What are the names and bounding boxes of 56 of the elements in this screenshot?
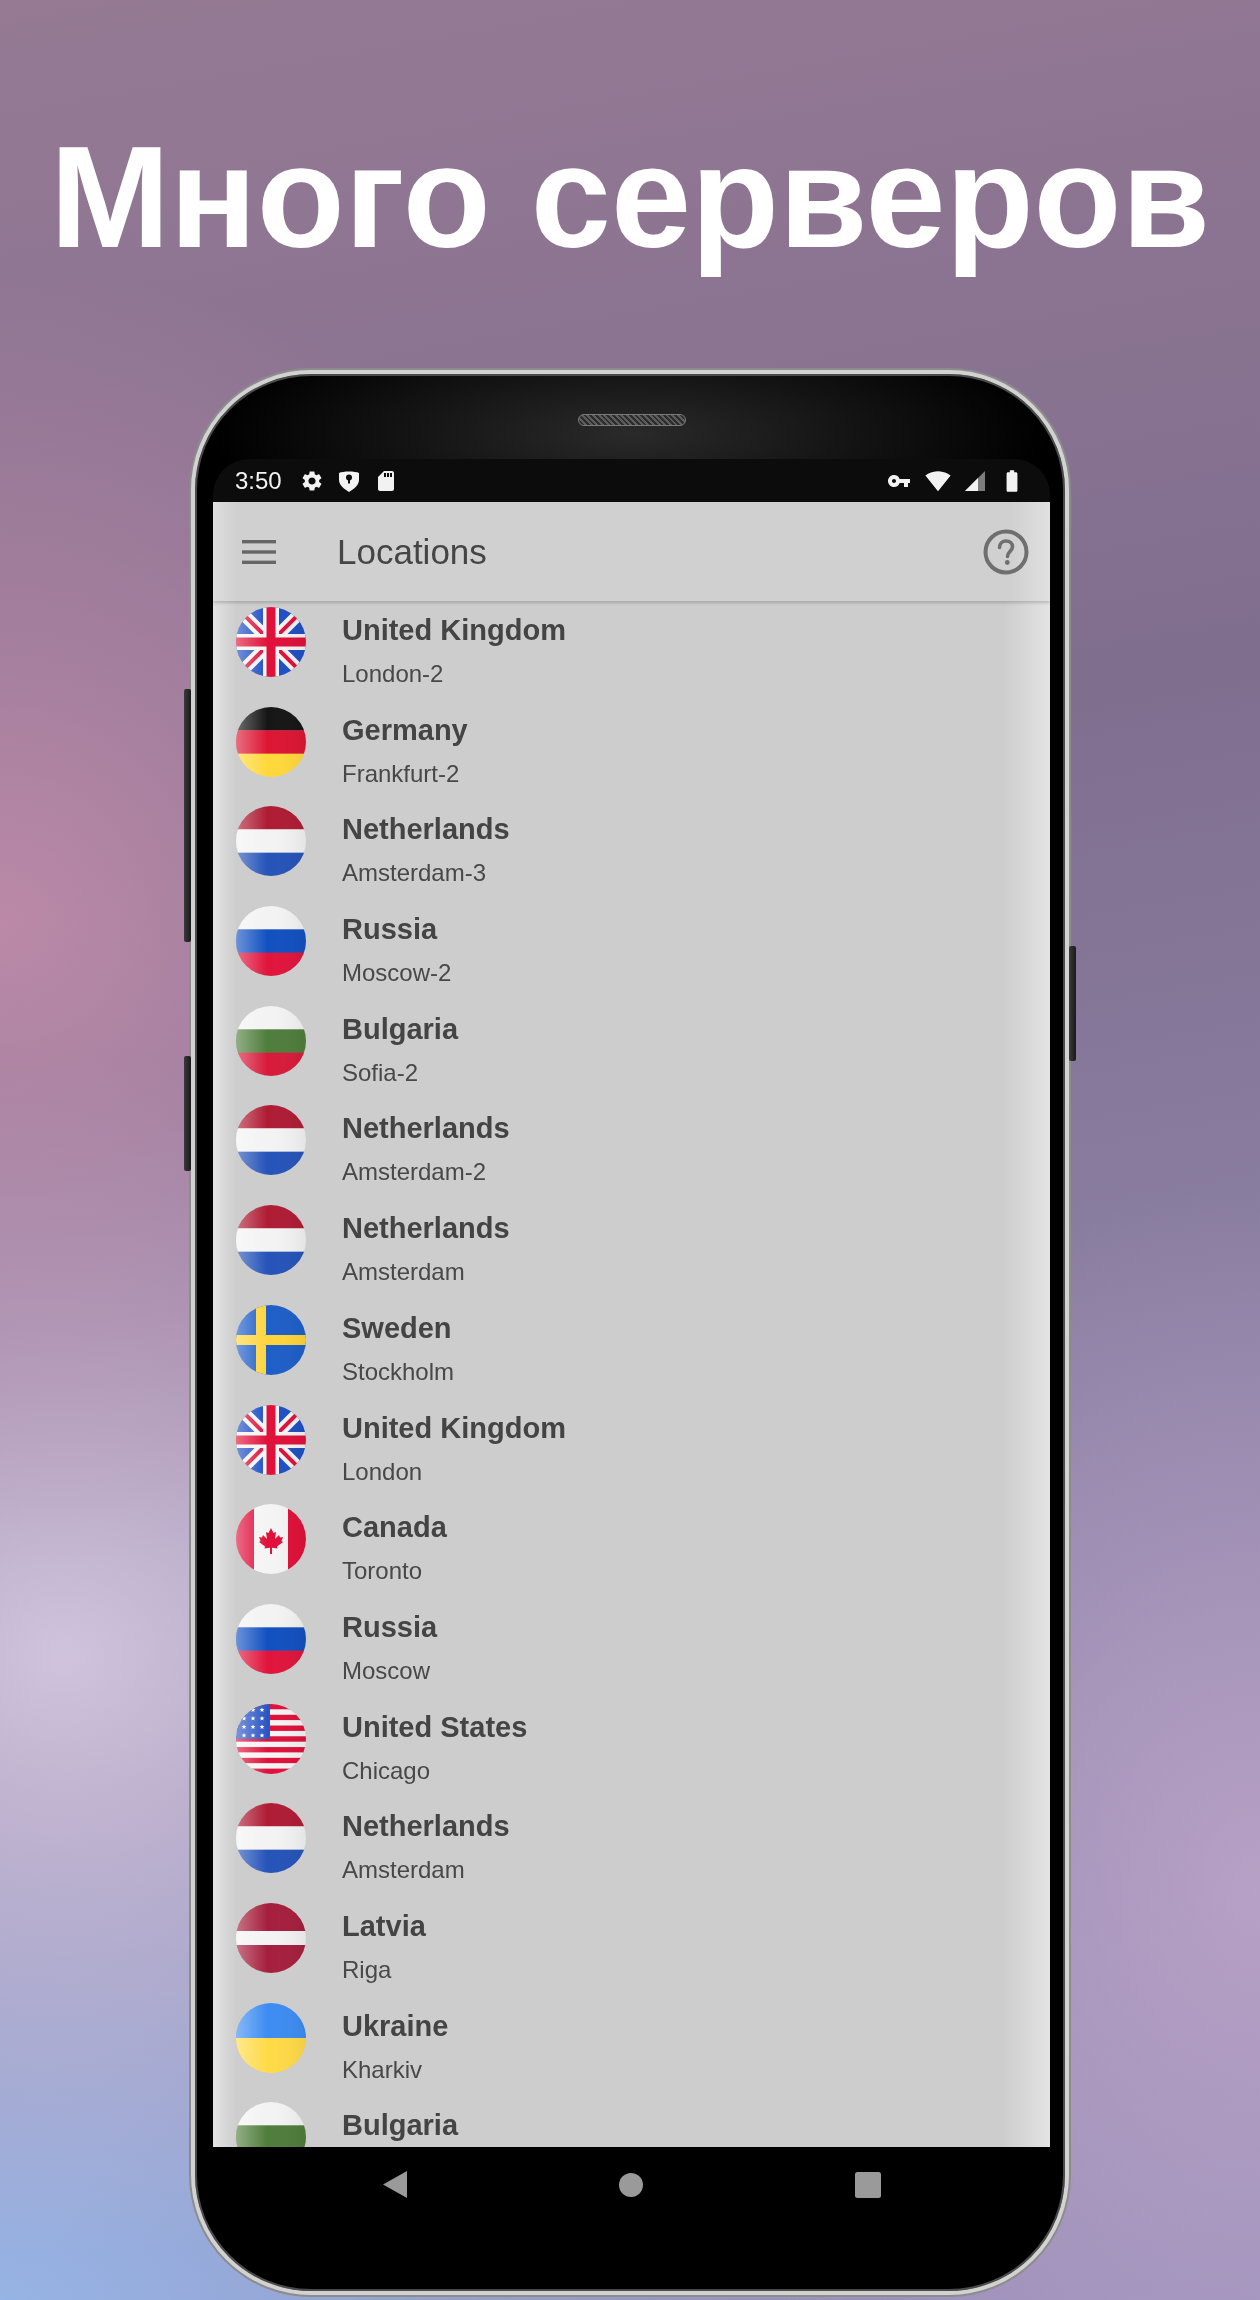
- country-name: Canada: [342, 1510, 447, 1545]
- country-name: Netherlands: [342, 1111, 510, 1146]
- city-name: Amsterdam-2: [342, 1158, 487, 1187]
- country-name: Ukraine: [342, 2008, 449, 2043]
- location-item[interactable]: Bulgaria Sofia-2: [213, 999, 1050, 1100]
- country-name: United Kingdom: [342, 613, 566, 647]
- city-name: London-2: [342, 660, 444, 688]
- location-item[interactable]: Canada Toronto: [213, 1498, 1050, 1598]
- help-icon[interactable]: [983, 528, 1029, 575]
- city-name: Moscow-2: [342, 959, 452, 988]
- location-item[interactable]: United Kingdom London: [213, 1398, 1050, 1499]
- headline: Много серверов: [49, 116, 1211, 280]
- city-name: Riga: [342, 1955, 392, 1984]
- location-item[interactable]: United States Chicago: [213, 1697, 1050, 1798]
- country-name: Sweden: [342, 1310, 452, 1345]
- status-time: 3:50: [235, 466, 282, 495]
- city-name: London: [342, 1457, 423, 1486]
- country-name: Netherlands: [342, 1211, 510, 1246]
- country-name: Russia: [342, 1609, 438, 1644]
- location-item[interactable]: Netherlands Amsterdam: [213, 1199, 1050, 1299]
- country-name: United Kingdom: [342, 1410, 566, 1445]
- home-icon[interactable]: [618, 2172, 643, 2197]
- location-item[interactable]: Netherlands Amsterdam-2: [213, 1099, 1050, 1200]
- menu-icon[interactable]: [242, 539, 276, 564]
- country-name: Bulgaria: [342, 2108, 459, 2143]
- shield-keyhole-icon: [337, 469, 360, 492]
- country-name: Russia: [342, 912, 438, 947]
- screen-title: Locations: [337, 531, 488, 572]
- location-item[interactable]: Russia Moscow: [213, 1597, 1050, 1698]
- location-item[interactable]: Germany Frankfurt-2: [213, 700, 1050, 801]
- city-name: Kharkiv: [342, 2055, 423, 2084]
- country-name: Latvia: [342, 1908, 426, 1943]
- city-name: Amsterdam-3: [342, 859, 487, 888]
- city-name: Moscow: [342, 1656, 431, 1685]
- city-name: Amsterdam: [342, 1856, 465, 1885]
- location-item[interactable]: Netherlands Amsterdam-3: [213, 800, 1050, 901]
- location-item[interactable]: Sweden Stockholm: [213, 1298, 1050, 1399]
- city-name: Frankfurt-2: [342, 759, 460, 788]
- location-item[interactable]: Ukraine Kharkiv: [213, 1996, 1050, 2097]
- recents-icon[interactable]: [854, 2171, 881, 2198]
- back-icon[interactable]: [382, 2171, 407, 2198]
- city-name: Toronto: [342, 1557, 423, 1586]
- city-name: Sofia-2: [342, 1058, 419, 1087]
- city-name: Chicago: [342, 1756, 431, 1785]
- country-name: Netherlands: [342, 812, 510, 847]
- location-item[interactable]: Russia Moscow-2: [213, 900, 1050, 1000]
- cell-signal-icon: [965, 470, 985, 491]
- country-name: Bulgaria: [342, 1011, 459, 1046]
- location-item[interactable]: United Kingdom London-2: [213, 601, 1050, 701]
- country-name: Germany: [342, 712, 468, 747]
- country-name: Netherlands: [342, 1809, 510, 1844]
- country-name: United States: [342, 1709, 528, 1744]
- city-name: Stockholm: [342, 1357, 455, 1386]
- location-item[interactable]: Latvia Riga: [213, 1896, 1050, 1997]
- location-item[interactable]: Netherlands Amsterdam: [213, 1797, 1050, 1897]
- city-name: Amsterdam: [342, 1258, 465, 1287]
